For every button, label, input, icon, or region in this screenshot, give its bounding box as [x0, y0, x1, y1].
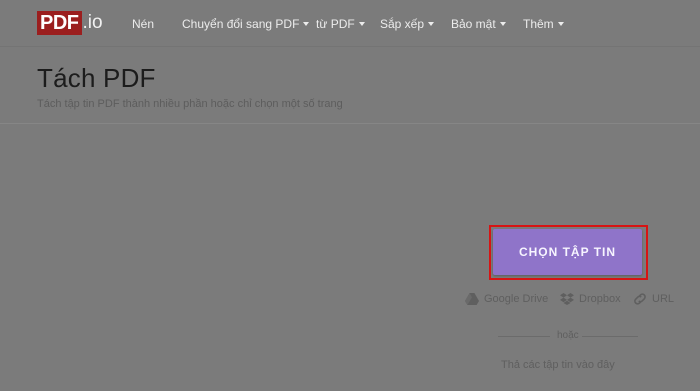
- source-label: Google Drive: [484, 293, 549, 305]
- google-drive-icon: [465, 293, 479, 305]
- link-icon: [634, 293, 646, 305]
- nav-item-label: Chuyển đổi sang PDF: [182, 17, 300, 31]
- divider-line: [498, 336, 550, 337]
- logo-mark: PDF: [37, 11, 82, 35]
- divider-line: [582, 336, 638, 337]
- source-label: Dropbox: [579, 293, 621, 305]
- google-drive-link[interactable]: Google Drive: [465, 293, 548, 305]
- page-header: Tách PDF Tách tập tin PDF thành nhiều ph…: [0, 47, 700, 124]
- dropbox-icon: [560, 293, 574, 305]
- nav-item-security[interactable]: Bảo mật: [451, 16, 506, 32]
- nav-item-label: từ PDF: [316, 17, 355, 31]
- chevron-down-icon: [358, 21, 365, 26]
- chevron-down-icon: [557, 21, 564, 26]
- pdfio-logo[interactable]: PDF .io: [37, 11, 103, 35]
- nav-item-label: Nén: [132, 17, 155, 31]
- drop-hint: Thả các tập tin vào đây: [501, 359, 615, 371]
- nav-item-label: Thêm: [523, 17, 554, 31]
- or-divider: hoặc: [498, 330, 638, 342]
- nav-item-label: Sắp xếp: [380, 17, 425, 31]
- top-navigation-bar: PDF .io Nén Chuyển đổi sang PDF từ PDF S…: [0, 0, 700, 47]
- or-text: hoặc: [557, 330, 579, 341]
- chevron-down-icon: [428, 21, 435, 26]
- chevron-down-icon: [303, 21, 310, 26]
- chevron-down-icon: [499, 21, 506, 26]
- page-subtitle: Tách tập tin PDF thành nhiều phần hoặc c…: [37, 98, 343, 110]
- upload-area[interactable]: CHỌN TẬP TIN Google Drive Dropbox URL ho…: [0, 125, 700, 391]
- nav-item-label: Bảo mật: [451, 17, 496, 31]
- nav-item-organize[interactable]: Sắp xếp: [380, 16, 435, 32]
- choose-file-button[interactable]: CHỌN TẬP TIN: [493, 229, 642, 275]
- source-label: URL: [652, 293, 675, 305]
- nav-item-convert-to-pdf[interactable]: Chuyển đổi sang PDF: [182, 16, 310, 32]
- nav-item-compress[interactable]: Nén: [132, 16, 154, 32]
- nav-item-more[interactable]: Thêm: [523, 16, 564, 32]
- url-link[interactable]: URL: [633, 293, 674, 305]
- logo-suffix: .io: [82, 12, 103, 33]
- dropbox-link[interactable]: Dropbox: [560, 293, 621, 305]
- nav-item-from-pdf[interactable]: từ PDF: [316, 16, 365, 32]
- page-title: Tách PDF: [37, 63, 156, 93]
